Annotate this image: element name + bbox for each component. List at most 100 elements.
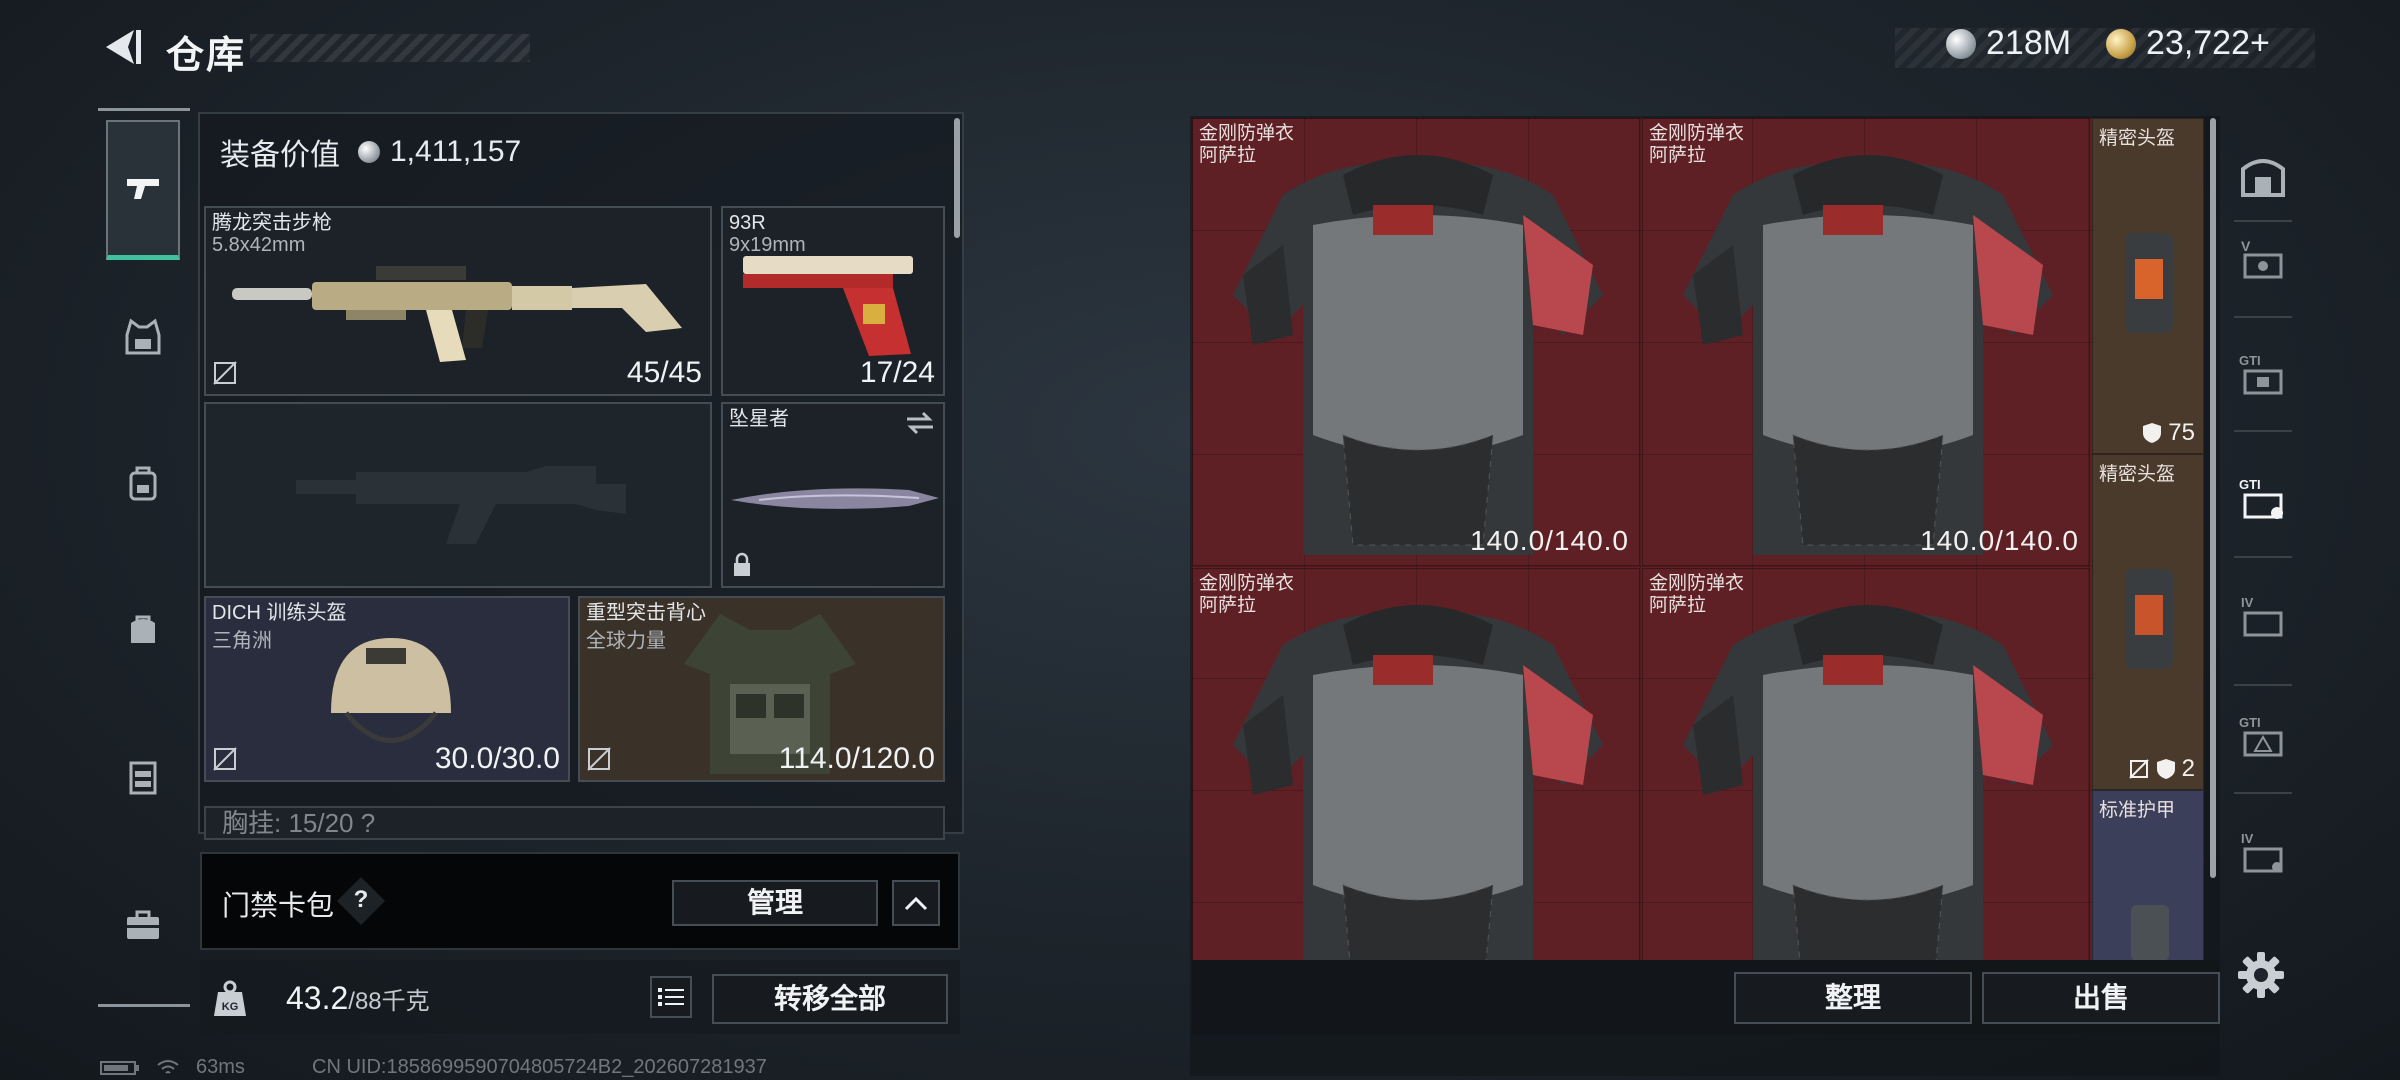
sell-button[interactable]: 出售	[1982, 972, 2220, 1024]
swap-icon[interactable]	[905, 410, 935, 436]
vault-iv-2-icon: IV	[2241, 831, 2283, 873]
nav-tab-chest-rig[interactable]	[106, 740, 180, 814]
back-arrow-icon[interactable]	[96, 22, 146, 72]
pistol-icon	[127, 178, 159, 199]
storage-grid: 金刚防弹衣 阿萨拉 140.0/140.0 金刚防弹衣 阿萨拉 140.0/140.…	[1192, 118, 2204, 960]
nav-tab-armor[interactable]	[106, 300, 180, 374]
assault-rifle-image	[232, 266, 682, 362]
list-view-button[interactable]	[650, 976, 692, 1018]
armor-durability: 140.0/140.0	[1920, 525, 2079, 556]
vault-v-icon: V	[2241, 238, 2283, 279]
weight-kg-icon: KG	[210, 978, 250, 1018]
nav-tab-backpack[interactable]	[106, 446, 180, 520]
chest-rig-label: 胸挂: 15/20 ?	[222, 808, 376, 838]
storage-tab-gti[interactable]: GTI	[2230, 342, 2296, 408]
precision-helmet-image	[2125, 233, 2173, 333]
equipment-value-amount: 1,411,157	[390, 135, 522, 168]
body-armor-image	[1233, 155, 1603, 555]
chest-rig-slot[interactable]: 胸挂: 15/20 ?	[204, 806, 945, 840]
list-icon	[658, 988, 684, 1006]
battery-icon	[100, 1060, 139, 1075]
storage-item-helmet[interactable]: 精密头盔 2	[2092, 454, 2204, 790]
sort-button[interactable]: 整理	[1734, 972, 1972, 1024]
help-icon[interactable]: ?	[351, 886, 371, 914]
storage-tab-gti-active[interactable]: GTI	[2230, 466, 2296, 532]
storage-item-armor[interactable]: 金刚防弹衣 阿萨拉	[1642, 568, 2090, 960]
body-armor-image	[1683, 605, 2053, 960]
storage-item-armor[interactable]: 金刚防弹衣 阿萨拉 140.0/140.0	[1192, 118, 1640, 566]
page-title: 仓库	[166, 35, 247, 77]
not-insured-icon	[213, 747, 237, 771]
chest-rig-icon	[129, 761, 157, 795]
nav-tab-bag[interactable]	[106, 592, 180, 666]
storage-tab-gti-2[interactable]: GTI	[2230, 704, 2296, 770]
svg-text:IV: IV	[2241, 595, 2254, 610]
not-insured-icon	[587, 747, 611, 771]
rifle-ammo: 45/45	[626, 356, 702, 389]
not-insured-icon	[213, 361, 237, 385]
storage-item-armor[interactable]: 金刚防弹衣 阿萨拉	[1192, 568, 1640, 960]
weight-value: 43.2/88千克	[286, 980, 430, 1017]
vault-gti-active-icon: GTI	[2239, 477, 2283, 519]
helmet-stat: 75	[2142, 419, 2195, 447]
transfer-all-button[interactable]: 转移全部	[712, 974, 948, 1024]
helmet-slot[interactable]: DICH 训练头盔 三角洲 30.0/30.0	[204, 596, 570, 782]
storage-scrollbar[interactable]	[2210, 118, 2216, 878]
nav-tab-weapons[interactable]	[106, 120, 180, 260]
storage-item-helmet[interactable]: 精密头盔 75	[2092, 118, 2204, 454]
gold-currency[interactable]: 23,722+	[2106, 24, 2270, 63]
backpack-icon	[129, 466, 157, 501]
storage-tab-divider	[2234, 316, 2292, 318]
silver-amount: 218M	[1986, 24, 2072, 62]
shield-icon	[2143, 423, 2162, 443]
svg-text:GTI: GTI	[2239, 715, 2261, 730]
silver-coin-icon	[358, 141, 380, 163]
secondary-weapon-slot[interactable]: 93R 9x19mm 17/24	[721, 206, 945, 396]
storage-tab-divider	[2234, 430, 2292, 432]
gold-coin-icon	[2106, 28, 2136, 59]
knife-name: 坠星者	[729, 408, 789, 430]
storage-tab-v[interactable]: V	[2230, 226, 2296, 292]
pistol-image	[743, 256, 913, 356]
helmet-stat: 2	[2128, 755, 2195, 783]
armor-durability: 140.0/140.0	[1470, 525, 1629, 556]
collapse-button[interactable]	[892, 880, 940, 926]
not-insured-icon	[2128, 759, 2149, 779]
ping-value: 63ms	[196, 1056, 245, 1078]
vault-gti-icon: GTI	[2239, 353, 2283, 395]
empty-weapon-slot[interactable]	[204, 402, 712, 588]
nav-tab-briefcase[interactable]	[106, 888, 180, 962]
chevron-up-icon	[904, 896, 928, 911]
precision-helmet-image	[2125, 569, 2173, 669]
vest-slot[interactable]: 重型突击背心 全球力量 114.0/120.0	[578, 596, 945, 782]
storage-tab-divider	[2234, 556, 2292, 558]
helmet-item-name: 精密头盔	[2099, 464, 2176, 485]
weight-max: /88千克	[348, 988, 430, 1015]
primary-weapon-slot[interactable]: 腾龙突击步枪 5.8x42mm 45/45	[204, 206, 712, 396]
silver-currency[interactable]: 218M	[1946, 24, 2071, 63]
gold-amount: 23,722+	[2146, 24, 2270, 62]
user-uid: CN UID:1858699590704805724B2_20260728193…	[312, 1056, 767, 1078]
armor-item-name: 标准护甲	[2099, 800, 2176, 821]
svg-text:GTI: GTI	[2239, 353, 2261, 368]
rifle-name: 腾龙突击步枪	[212, 212, 332, 234]
storage-tab-iv-2[interactable]: IV	[2230, 820, 2296, 886]
settings-gear-icon[interactable]	[2236, 950, 2286, 1000]
melee-slot[interactable]: 坠星者	[721, 402, 945, 588]
storage-tab-safe[interactable]	[2230, 144, 2296, 210]
knife-image	[731, 488, 939, 509]
loadout-scrollbar[interactable]	[954, 118, 960, 238]
armor-vest-icon	[125, 318, 161, 355]
body-armor-image	[1683, 155, 2053, 555]
storage-tab-divider	[2234, 792, 2292, 794]
storage-tab-iv[interactable]: IV	[2230, 584, 2296, 650]
storage-item-armor[interactable]: 金刚防弹衣 阿萨拉 140.0/140.0	[1642, 118, 2090, 566]
lock-icon	[734, 552, 750, 576]
shield-icon	[2156, 759, 2175, 779]
storage-item-armor-standard[interactable]: 标准护甲	[2092, 790, 2204, 960]
rifle-silhouette-icon	[296, 466, 626, 544]
vault-iv-icon: IV	[2241, 595, 2283, 637]
equipment-value: 装备价值 1,411,157	[220, 130, 521, 174]
nav-divider-top	[98, 108, 190, 111]
manage-button[interactable]: 管理	[672, 880, 878, 926]
